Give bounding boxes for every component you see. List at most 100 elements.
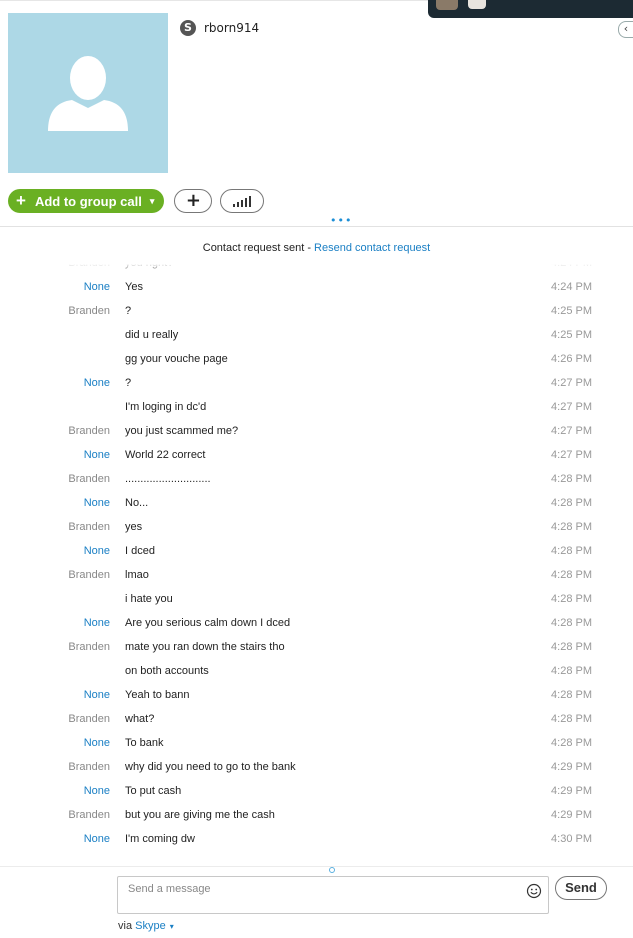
message-timestamp: 4:24 PM xyxy=(551,281,592,293)
divider xyxy=(0,226,633,227)
collapse-panel-button[interactable]: ‹ xyxy=(618,21,633,38)
message-timestamp: 4:28 PM xyxy=(551,593,592,605)
message-row[interactable]: i hate you 4:28 PM xyxy=(0,588,633,612)
message-text: ............................ xyxy=(125,473,211,485)
message-text: Are you serious calm down I dced xyxy=(125,617,291,629)
message-row[interactable]: None I'm coming dw 4:30 PM xyxy=(0,828,633,852)
message-timestamp: 4:28 PM xyxy=(551,641,592,653)
message-sender: None xyxy=(83,449,110,461)
video-tile xyxy=(468,0,486,9)
message-timestamp: 4:28 PM xyxy=(551,713,592,725)
message-text: lmao xyxy=(125,569,149,581)
call-quality-button[interactable] xyxy=(220,189,265,213)
message-row[interactable]: Branden............................ 4:28 … xyxy=(0,468,633,492)
message-sender: None xyxy=(83,281,110,293)
chevron-left-icon: ‹ xyxy=(623,22,629,35)
contact-request-status: Contact request sent xyxy=(202,242,305,254)
message-timestamp: 4:30 PM xyxy=(551,833,592,845)
message-timestamp: 4:28 PM xyxy=(551,473,592,485)
message-row[interactable]: did u really 4:25 PM xyxy=(0,324,633,348)
message-row[interactable]: Branden what? 4:28 PM xyxy=(0,708,633,732)
message-timestamp: 4:28 PM xyxy=(551,665,592,677)
message-timestamp: 4:29 PM xyxy=(551,809,592,821)
message-sender: None xyxy=(83,737,110,749)
default-user-icon xyxy=(48,56,128,131)
add-to-group-call-label: Add to group call xyxy=(34,193,142,209)
message-timestamp: 4:27 PM xyxy=(551,425,592,437)
message-sender: None xyxy=(83,689,110,701)
message-row[interactable]: Branden mate you ran down the stairs tho 4… xyxy=(0,636,633,660)
message-text: did u really xyxy=(125,329,179,341)
call-actions: + Add to group call ▾ + xyxy=(8,189,265,213)
dropdown-caret-icon: ▾ xyxy=(149,195,155,206)
plus-icon: + xyxy=(16,191,26,210)
message-sender: Branden xyxy=(68,641,110,653)
message-text: but you are giving me the cash xyxy=(125,809,275,821)
message-row[interactable]: Branden? 4:25 PM xyxy=(0,300,633,324)
message-row[interactable]: None Yes 4:24 PM xyxy=(0,276,633,300)
message-timestamp: 4:29 PM xyxy=(551,761,592,773)
message-text: ? xyxy=(125,305,132,317)
message-text: I'm loging in dc'd xyxy=(125,401,207,413)
message-sender: Branden xyxy=(68,713,110,725)
message-text: mate you ran down the stairs tho xyxy=(125,641,285,653)
message-text: what? xyxy=(125,713,155,725)
message-row[interactable]: None Yeah to bann 4:28 PM xyxy=(0,684,633,708)
message-text: To put cash xyxy=(125,785,182,797)
message-timestamp: 4:28 PM xyxy=(551,569,592,581)
message-text: Yeah to bann xyxy=(125,689,190,701)
message-text: i hate you xyxy=(125,593,173,605)
message-text: Yes xyxy=(125,281,143,293)
message-text: ? xyxy=(125,377,132,389)
message-timestamp: 4:28 PM xyxy=(551,497,592,509)
video-tile xyxy=(436,0,458,10)
message-sender: None xyxy=(83,377,110,389)
message-row[interactable]: None Are you serious calm down I dced 4:28… xyxy=(0,612,633,636)
message-timestamp: 4:25 PM xyxy=(551,329,592,341)
message-row[interactable]: Branden why did you need to go to the ban… xyxy=(0,756,633,780)
message-row[interactable]: Branden lmao 4:28 PM xyxy=(0,564,633,588)
message-row[interactable]: None To put cash 4:29 PM xyxy=(0,780,633,804)
video-preview[interactable] xyxy=(428,0,633,18)
message-row[interactable]: Branden yes 4:28 PM xyxy=(0,516,633,540)
avatar[interactable] xyxy=(8,13,168,173)
emoticon-icon[interactable] xyxy=(526,883,542,899)
message-row[interactable]: None World 22 correct 4:27 PM xyxy=(0,444,633,468)
message-list[interactable]: Brandenyou right?4:24 PMNoneYes4:24 PMBr… xyxy=(0,264,633,868)
send-button[interactable]: Send xyxy=(555,876,607,900)
signal-bars-icon xyxy=(233,196,252,207)
dropdown-caret-icon[interactable]: ▾ xyxy=(170,922,174,931)
notice-separator: - xyxy=(304,242,315,254)
message-row[interactable]: gg your vouche page 4:26 PM xyxy=(0,348,633,372)
network-dropdown[interactable]: Skype xyxy=(135,920,166,932)
message-text: you just scammed me? xyxy=(125,425,239,437)
message-timestamp: 4:26 PM xyxy=(551,353,592,365)
message-timestamp: 4:28 PM xyxy=(551,521,592,533)
message-row[interactable]: Branden but you are giving me the cash 4:2… xyxy=(0,804,633,828)
message-sender: Branden xyxy=(68,425,110,437)
message-timestamp: 4:27 PM xyxy=(551,401,592,413)
contact-name: rborn914 xyxy=(204,21,260,35)
message-text: I'm coming dw xyxy=(125,833,195,845)
new-message-indicator xyxy=(329,867,335,873)
message-text: I dced xyxy=(125,545,155,557)
profile-header: S rborn914 xyxy=(180,20,259,36)
add-to-group-call-button[interactable]: + Add to group call ▾ xyxy=(8,189,165,213)
message-row[interactable]: None To bank 4:28 PM xyxy=(0,732,633,756)
message-row[interactable]: Branden you just scammed me? 4:27 PM xyxy=(0,420,633,444)
message-timestamp: 4:28 PM xyxy=(551,737,592,749)
message-input[interactable] xyxy=(126,882,510,896)
message-timestamp: 4:25 PM xyxy=(551,305,592,317)
divider xyxy=(0,866,633,867)
add-button[interactable]: + xyxy=(174,189,213,213)
message-sender: Branden xyxy=(68,305,110,317)
message-timestamp: 4:27 PM xyxy=(551,377,592,389)
message-row[interactable]: on both accounts 4:28 PM xyxy=(0,660,633,684)
message-timestamp: 4:29 PM xyxy=(551,785,592,797)
message-row[interactable]: I'm loging in dc'd 4:27 PM xyxy=(0,396,633,420)
message-row[interactable]: None? 4:27 PM xyxy=(0,372,633,396)
message-row[interactable]: None I dced 4:28 PM xyxy=(0,540,633,564)
resend-contact-request-link[interactable]: Resend contact request xyxy=(314,242,430,254)
message-sender: None xyxy=(83,497,110,509)
message-row[interactable]: None No... 4:28 PM xyxy=(0,492,633,516)
